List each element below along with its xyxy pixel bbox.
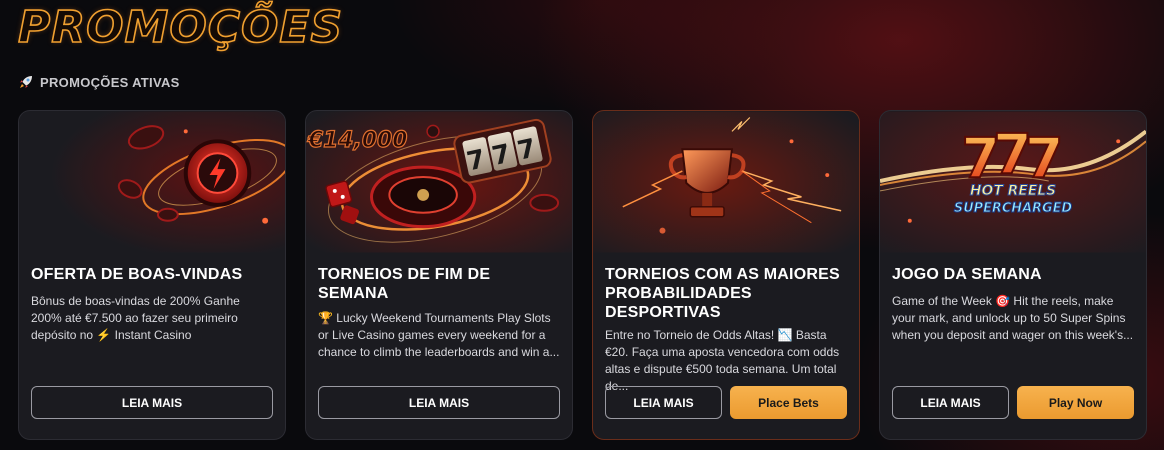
section-label-text: PROMOÇÕES ATIVAS <box>40 74 180 90</box>
place-bets-button[interactable]: Place Bets <box>730 386 847 419</box>
read-more-button[interactable]: LEIA MAIS <box>318 386 560 419</box>
read-more-button[interactable]: LEIA MAIS <box>31 386 273 419</box>
card-title: JOGO DA SEMANA <box>892 266 1042 283</box>
game-logo-line1: HOT REELS <box>970 183 1056 199</box>
card-description: Game of the Week 🎯 Hit the reels, make y… <box>892 294 1134 342</box>
prize-amount-text: €14,000 <box>307 128 407 153</box>
card-title: OFERTA DE BOAS-VINDAS <box>31 266 243 283</box>
card-description: Entre no Torneio de Odds Altas! 📉 Basta … <box>605 328 840 393</box>
card-description: 🏆 Lucky Weekend Tournaments Play Slots o… <box>318 311 560 359</box>
svg-text:7: 7 <box>1025 126 1064 191</box>
game-logo-line2: SUPERCHARGED <box>954 201 1072 216</box>
read-more-button[interactable]: LEIA MAIS <box>892 386 1009 419</box>
promo-card-weekend-tournaments: 777 €14,000 TORNEIOS DE FIM DE SEMANA 🏆 … <box>305 110 573 440</box>
promo-card-game-of-week: 777 HOT REELS SUPERCHARGED JOGO DA SEMAN… <box>879 110 1147 440</box>
weekend-tournament-art: 777 €14,000 <box>306 111 572 253</box>
promo-card-welcome: OFERTA DE BOAS-VINDAS Bônus de boas-vind… <box>18 110 286 440</box>
play-now-button[interactable]: Play Now <box>1017 386 1134 419</box>
section-header: PROMOÇÕES ATIVAS <box>18 74 180 90</box>
page-title: PROMOÇÕES <box>17 1 344 54</box>
hot-reels-art: 777 HOT REELS SUPERCHARGED <box>880 111 1146 253</box>
card-title: TORNEIOS DE FIM DE SEMANA <box>318 266 491 302</box>
high-odds-trophy-art <box>593 111 859 253</box>
card-title: TORNEIOS COM AS MAIORES PROBABILIDADES D… <box>605 266 840 321</box>
read-more-button[interactable]: LEIA MAIS <box>605 386 722 419</box>
rocket-icon <box>20 76 32 88</box>
card-description: Bônus de boas-vindas de 200% Ganhe 200% … <box>31 294 240 342</box>
welcome-offer-art <box>19 111 285 253</box>
promo-card-high-odds: TORNEIOS COM AS MAIORES PROBABILIDADES D… <box>592 110 860 440</box>
